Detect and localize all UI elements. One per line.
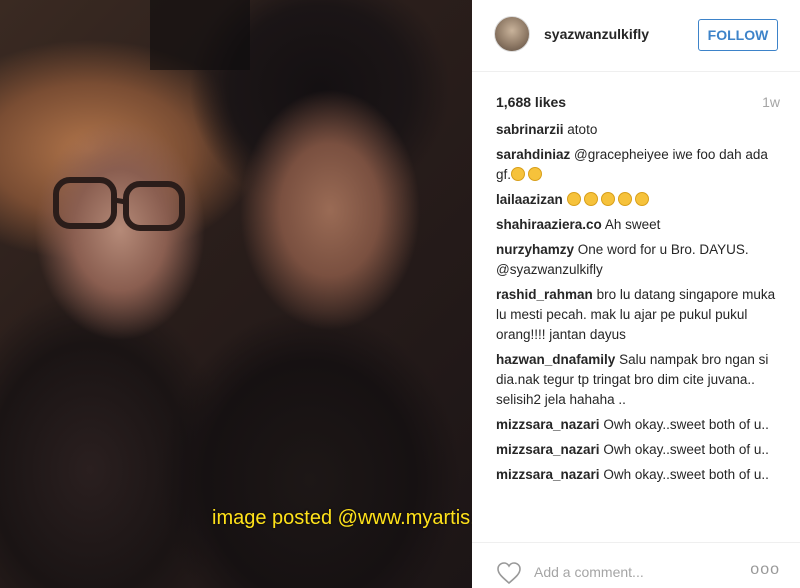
comment-username[interactable]: shahiraaziera.co bbox=[496, 217, 602, 232]
likes-count[interactable]: 1,688 likes bbox=[496, 94, 566, 110]
emoji-icon bbox=[566, 192, 581, 206]
emoji-icon bbox=[600, 192, 615, 206]
glasses-shape bbox=[53, 177, 185, 231]
comment-item: mizzsara_nazari Owh okay..sweet both of … bbox=[496, 465, 786, 485]
comment-text: Ah sweet bbox=[604, 217, 661, 232]
post-header: syazwanzulkifly FOLLOW bbox=[472, 0, 800, 72]
profile-avatar[interactable] bbox=[494, 16, 530, 52]
more-options-icon[interactable]: ooo bbox=[750, 561, 780, 579]
emoji-icon bbox=[511, 167, 526, 181]
emoji-icon bbox=[528, 167, 543, 181]
comment-item: mizzsara_nazari Owh okay..sweet both of … bbox=[496, 440, 786, 460]
comment-item: lailaazizan bbox=[496, 190, 786, 210]
comment-username[interactable]: sabrinarzii bbox=[496, 122, 564, 137]
heart-icon[interactable] bbox=[496, 561, 522, 585]
comment-username[interactable]: rashid_rahman bbox=[496, 287, 593, 302]
comment-username[interactable]: lailaazizan bbox=[496, 192, 563, 207]
post-photo bbox=[0, 0, 472, 588]
comment-username[interactable]: nurzyhamzy bbox=[496, 242, 574, 257]
emoji-icon bbox=[617, 192, 632, 206]
comment-item: shahiraaziera.co Ah sweet bbox=[496, 215, 786, 235]
add-comment-input[interactable]: Add a comment... bbox=[534, 564, 644, 580]
comment-item: sarahdiniaz @gracepheiyee iwe foo dah ad… bbox=[496, 145, 786, 185]
comment-text: Owh okay..sweet both of u.. bbox=[603, 417, 769, 432]
comment-item: nurzyhamzy One word for u Bro. DAYUS. @s… bbox=[496, 240, 786, 280]
comment-username[interactable]: mizzsara_nazari bbox=[496, 417, 600, 432]
comment-username[interactable]: sarahdiniaz bbox=[496, 147, 570, 162]
follow-button[interactable]: FOLLOW bbox=[698, 19, 778, 51]
comment-item: mizzsara_nazari Owh okay..sweet both of … bbox=[496, 415, 786, 435]
comment-item: sabrinarzii atoto bbox=[496, 120, 786, 140]
background-frame bbox=[150, 0, 250, 70]
comment-item: rashid_rahman bro lu datang singapore mu… bbox=[496, 285, 786, 345]
post-footer: Add a comment... ooo bbox=[472, 542, 800, 588]
post-username[interactable]: syazwanzulkifly bbox=[544, 26, 649, 42]
post-age: 1w bbox=[762, 94, 780, 110]
comment-username[interactable]: hazwan_dnafamily bbox=[496, 352, 615, 367]
comment-text: Owh okay..sweet both of u.. bbox=[603, 442, 769, 457]
comment-item: hazwan_dnafamily Salu nampak bro ngan si… bbox=[496, 350, 786, 410]
post-meta: 1,688 likes 1w bbox=[472, 90, 800, 112]
emoji-icon bbox=[583, 192, 598, 206]
watermark-text: image posted @www.myartis.com bbox=[212, 507, 514, 529]
comment-text: atoto bbox=[567, 122, 598, 137]
comment-text: Owh okay..sweet both of u.. bbox=[603, 467, 769, 482]
comments-list: sabrinarzii atoto sarahdiniaz @gracepheiy… bbox=[496, 120, 786, 525]
comment-username[interactable]: mizzsara_nazari bbox=[496, 442, 600, 457]
comment-username[interactable]: mizzsara_nazari bbox=[496, 467, 600, 482]
post-sidebar: syazwanzulkifly FOLLOW 1,688 likes 1w sa… bbox=[472, 0, 800, 588]
emoji-icon bbox=[634, 192, 649, 206]
